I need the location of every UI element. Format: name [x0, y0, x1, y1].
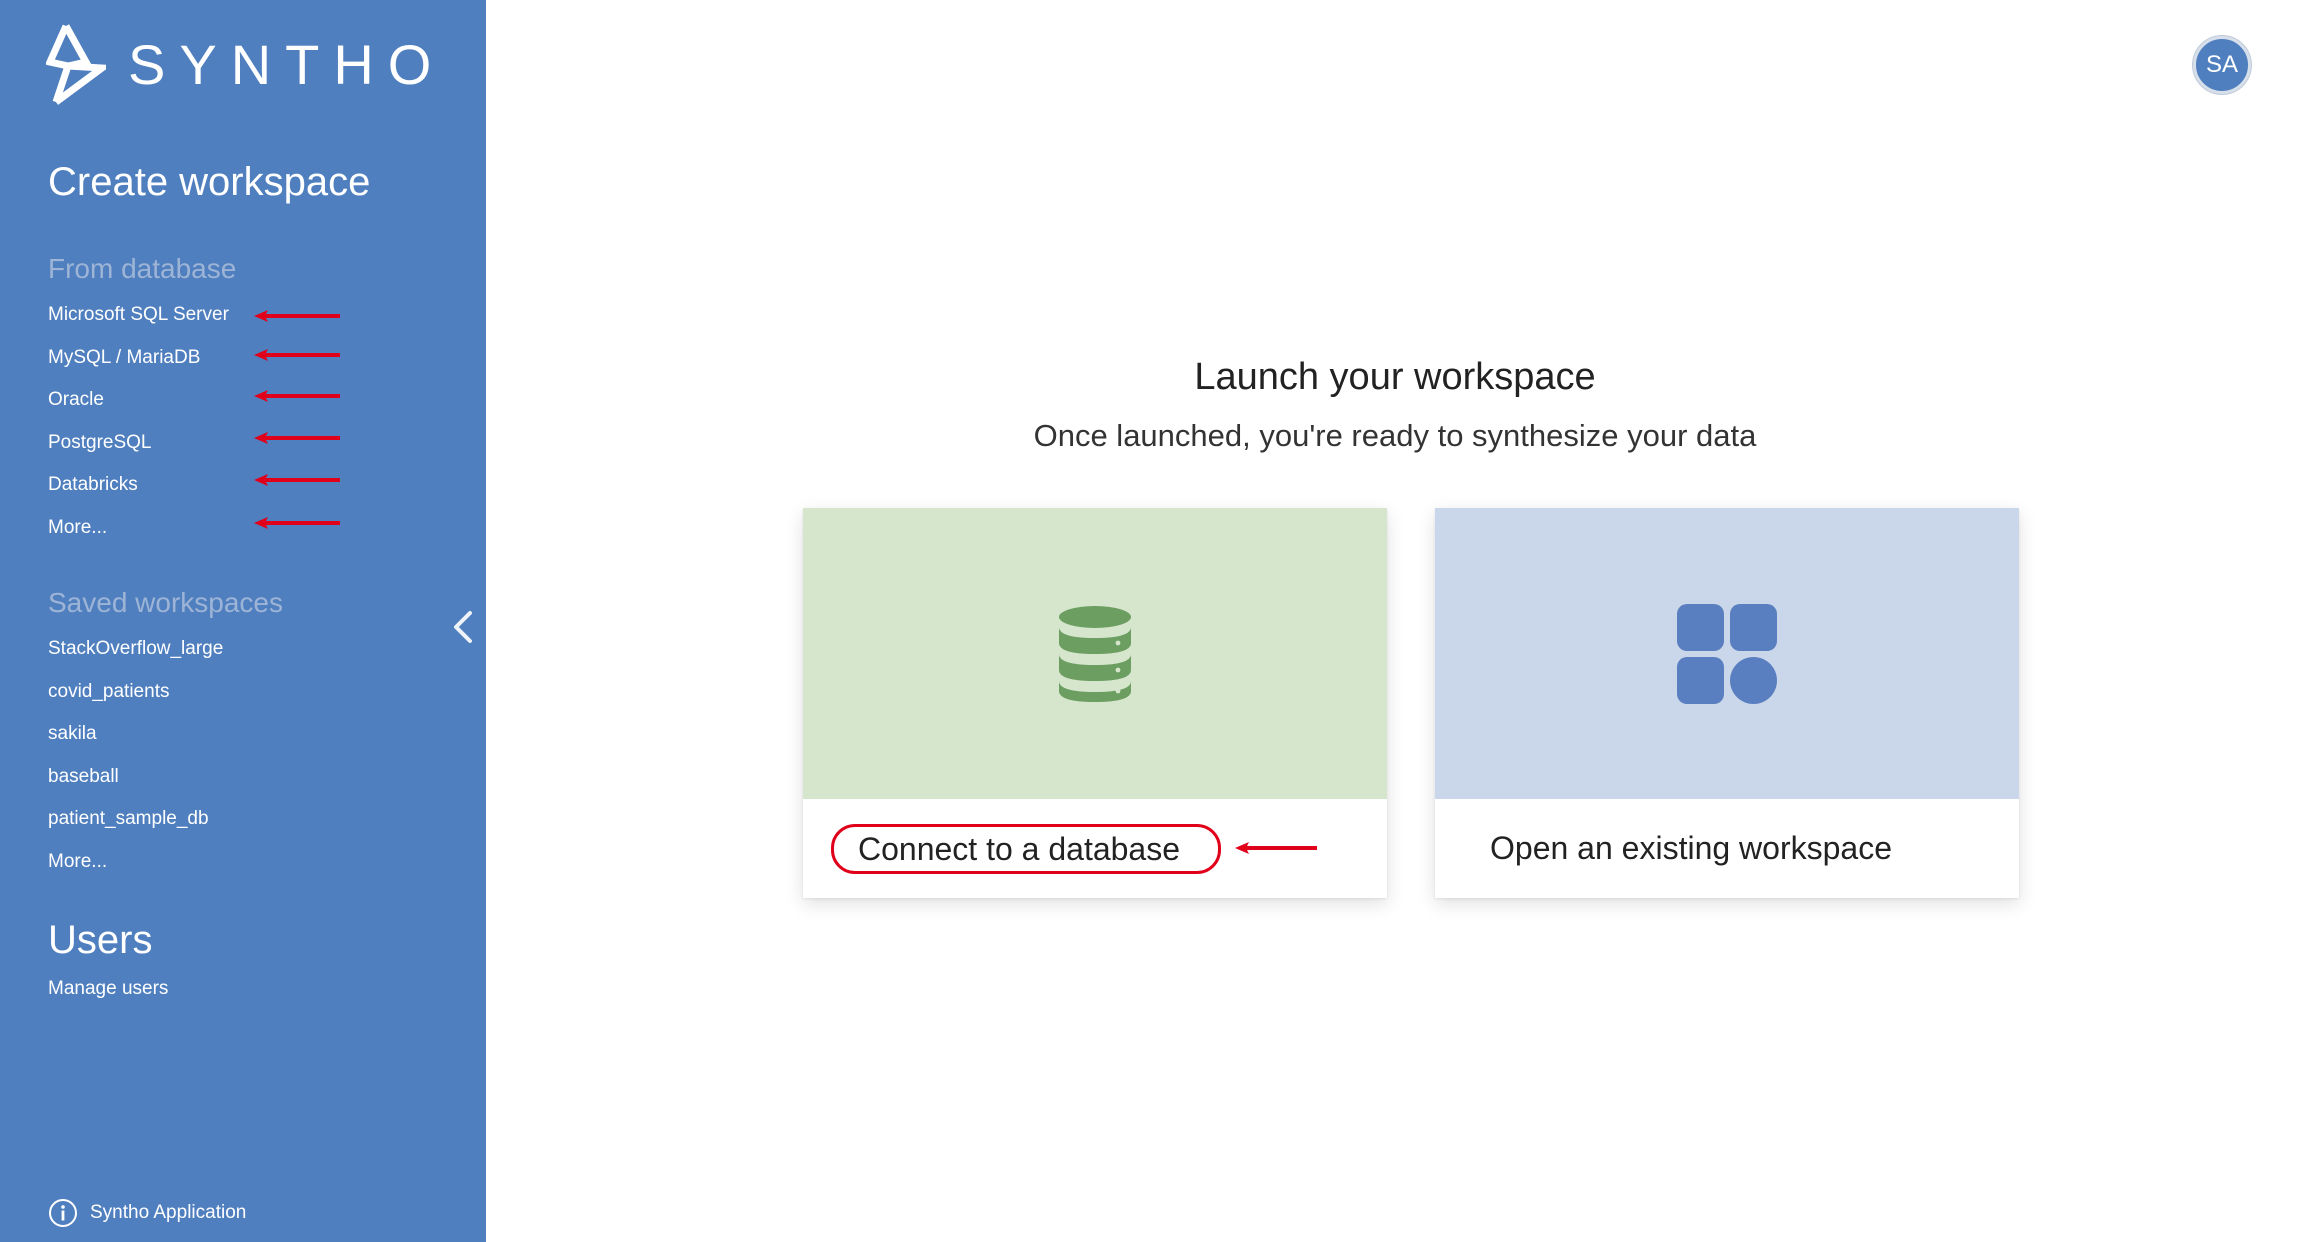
user-avatar[interactable]: SA	[2193, 36, 2251, 94]
from-database-list: Microsoft SQL Server MySQL / MariaDB Ora…	[48, 294, 229, 549]
sidebar-item-workspace[interactable]: baseball	[48, 756, 223, 799]
app-window: SYNTHO Create workspace From database Mi…	[0, 0, 2304, 1242]
annotation-arrow-icon	[254, 474, 340, 486]
annotation-arrow-icon	[254, 349, 340, 361]
from-database-heading: From database	[48, 253, 237, 284]
info-icon	[49, 1199, 77, 1227]
page-subtitle: Once launched, you're ready to synthesiz…	[1033, 418, 1757, 453]
sidebar-item-more-workspaces[interactable]: More...	[48, 841, 223, 884]
connect-database-label[interactable]: Connect to a database	[831, 823, 1222, 874]
connect-database-card[interactable]: Connect to a database	[803, 508, 1387, 898]
sidebar-item-databricks[interactable]: Databricks	[48, 464, 229, 507]
sidebar-item-workspace[interactable]: StackOverflow_large	[48, 628, 223, 671]
annotation-arrow-icon	[254, 517, 340, 529]
annotation-arrow-icon	[254, 432, 340, 444]
sidebar-item-postgresql[interactable]: PostgreSQL	[48, 422, 229, 465]
card-media	[1435, 508, 2019, 799]
sidebar-item-oracle[interactable]: Oracle	[48, 379, 229, 422]
annotation-arrow-icon	[254, 310, 340, 322]
sidebar-item-mssql[interactable]: Microsoft SQL Server	[48, 294, 229, 337]
sidebar-item-more-databases[interactable]: More...	[48, 507, 229, 550]
workspace-grid-icon	[1677, 603, 1777, 704]
users-list: Manage users	[48, 968, 168, 1011]
card-footer: Open an existing workspace	[1435, 799, 2019, 898]
card-media	[803, 508, 1387, 799]
annotation-arrow-icon	[1235, 842, 1317, 854]
syntho-logo[interactable]: SYNTHO	[46, 22, 445, 106]
open-workspace-label: Open an existing workspace	[1490, 830, 1892, 866]
annotation-arrow-icon	[254, 390, 340, 402]
open-workspace-card[interactable]: Open an existing workspace	[1435, 508, 2019, 898]
database-icon	[1059, 605, 1131, 702]
page-title: Launch your workspace	[1194, 356, 1596, 398]
sidebar-item-mysql[interactable]: MySQL / MariaDB	[48, 337, 229, 380]
saved-workspaces-list: StackOverflow_large covid_patients sakil…	[48, 628, 223, 883]
create-workspace-heading: Create workspace	[48, 160, 371, 204]
app-info-label: Syntho Application	[90, 1202, 247, 1223]
brand-name: SYNTHO	[128, 32, 446, 96]
sidebar: SYNTHO Create workspace From database Mi…	[0, 0, 486, 1242]
chevron-left-icon[interactable]	[446, 605, 482, 649]
sidebar-item-workspace[interactable]: patient_sample_db	[48, 798, 223, 841]
app-info[interactable]: Syntho Application	[48, 1198, 246, 1228]
sidebar-item-manage-users[interactable]: Manage users	[48, 968, 168, 1011]
syntho-logo-mark-icon	[46, 24, 106, 105]
main-content: Launch your workspace Once launched, you…	[486, 0, 2304, 1242]
sidebar-item-workspace[interactable]: covid_patients	[48, 671, 223, 714]
saved-workspaces-heading: Saved workspaces	[48, 587, 284, 618]
sidebar-item-workspace[interactable]: sakila	[48, 713, 223, 756]
users-heading: Users	[48, 918, 153, 962]
